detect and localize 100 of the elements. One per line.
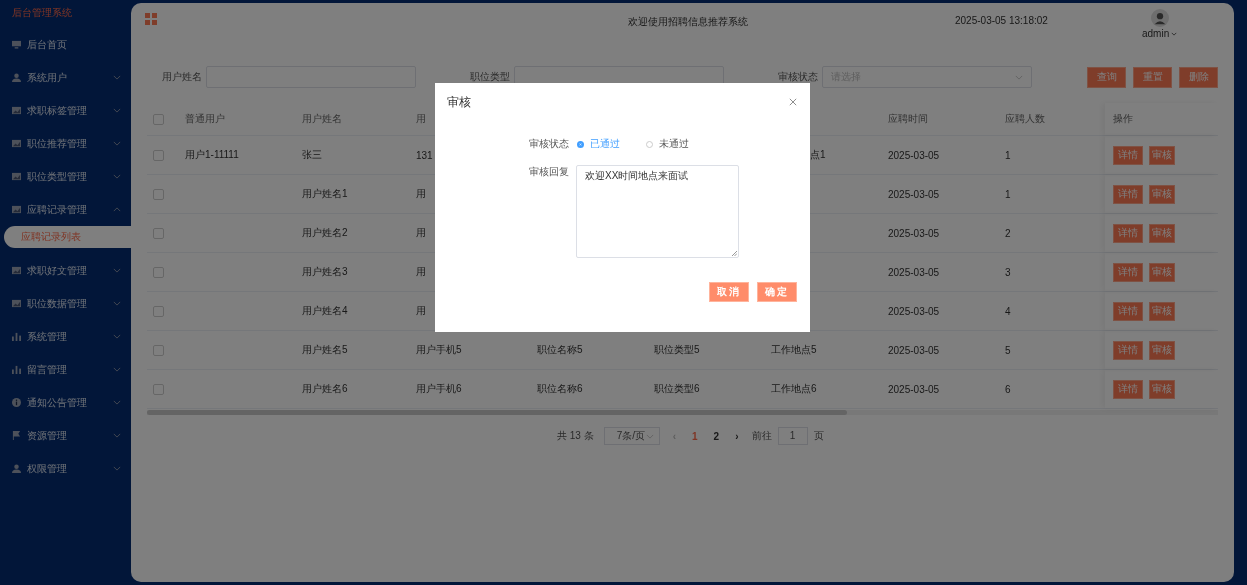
checkbox[interactable] [153, 383, 164, 395]
row-action-button[interactable]: 审核 [1149, 262, 1175, 282]
row-action-button[interactable]: 审核 [1149, 379, 1175, 399]
sidebar-item[interactable]: 后台首页 [0, 28, 131, 61]
next-page-button[interactable]: › [732, 430, 742, 442]
chevron-icon [113, 301, 121, 306]
image-icon [12, 172, 21, 181]
sidebar-item[interactable]: 权限管理 [0, 452, 131, 485]
sidebar-item[interactable]: 通知公告管理 [0, 386, 131, 419]
caret-icon[interactable] [1171, 31, 1178, 36]
page-size-select[interactable]: 7条/页 [603, 427, 660, 445]
row-action-button[interactable]: 审核 [1149, 301, 1175, 321]
row-action-button[interactable]: 审核 [1149, 145, 1175, 165]
sidebar-item[interactable]: 留言管理 [0, 353, 131, 386]
sidebar-item[interactable]: 职位推荐管理 [0, 127, 131, 160]
table-cell: 张三 [302, 149, 322, 160]
dialog-title: 审核 [447, 93, 471, 111]
column-header: 操作 [1113, 112, 1133, 126]
dialog-button[interactable]: 取消 [709, 282, 749, 302]
row-action-button[interactable]: 详情 [1113, 340, 1143, 360]
row-action-button[interactable]: 审核 [1149, 184, 1175, 204]
table-cell: 2025-03-05 [888, 266, 940, 278]
checkbox[interactable] [153, 113, 164, 125]
checkbox[interactable] [153, 227, 164, 239]
radio-option[interactable]: 已通过 [577, 137, 620, 151]
dialog-button[interactable]: 确定 [757, 282, 797, 302]
image-icon [12, 299, 21, 308]
table-cell: 1 [1005, 188, 1011, 200]
resize-handle-icon[interactable] [731, 250, 737, 256]
app-title: 后台管理系统 [11, 6, 73, 20]
avatar-icon[interactable] [1150, 9, 1169, 27]
table-cell: 5 [1005, 344, 1011, 356]
column-header: 用户姓名 [302, 113, 342, 124]
table-cell: 用户姓名2 [302, 227, 348, 238]
grid-icon[interactable] [145, 13, 157, 25]
filter-button[interactable]: 重置 [1133, 66, 1172, 88]
table-cell: 用 [416, 266, 426, 277]
checkbox[interactable] [153, 266, 164, 278]
sidebar-item[interactable]: 系统用户 [0, 61, 131, 94]
table-cell: 用户手机6 [416, 383, 462, 394]
total-count: 共 13 条 [557, 429, 594, 443]
chevron-icon [113, 268, 121, 273]
table-cell: 用户手机5 [416, 344, 462, 355]
user-menu[interactable]: admin [1142, 28, 1178, 39]
table-cell: 用户姓名3 [302, 266, 348, 277]
bar-chart-icon [12, 365, 21, 374]
sidebar-item[interactable]: 系统管理 [0, 320, 131, 353]
image-icon [12, 106, 21, 115]
chevron-icon [113, 466, 121, 471]
chevron-icon [113, 108, 121, 113]
goto-label: 前往 [751, 429, 772, 443]
row-action-button[interactable]: 详情 [1113, 184, 1143, 204]
table-cell: 1 [1005, 149, 1011, 161]
column-header: 应聘人数 [1005, 113, 1045, 124]
table-cell: 用 [416, 227, 426, 238]
table-cell: 职位类型5 [654, 344, 700, 355]
table-cell-text: 点1 [809, 149, 826, 160]
column-header: 普通用户 [185, 113, 225, 124]
checkbox[interactable] [153, 305, 164, 317]
table-cell: 用 [416, 188, 426, 199]
sidebar-item[interactable]: 求职标签管理 [0, 94, 131, 127]
chevron-icon [645, 433, 654, 439]
checkbox[interactable] [153, 149, 164, 161]
prev-page-button[interactable]: ‹ [669, 430, 680, 442]
sidebar-subitem[interactable]: 应聘记录列表 [4, 226, 131, 248]
table-cell: 职位名称5 [537, 344, 583, 355]
filter-button[interactable]: 删除 [1179, 66, 1218, 88]
monitor-icon [12, 40, 21, 49]
datetime: 2025-03-05 13:18:02 [955, 15, 1048, 26]
sidebar-item[interactable]: 职位类型管理 [0, 160, 131, 193]
scrollbar[interactable] [147, 410, 1218, 415]
table-cell: 2 [1005, 227, 1011, 239]
sidebar-item[interactable]: 应聘记录管理 [0, 193, 131, 226]
row-action-button[interactable]: 详情 [1113, 301, 1143, 321]
chevron-icon [113, 400, 121, 405]
chevron-icon [113, 141, 121, 146]
sidebar-item[interactable]: 资源管理 [0, 419, 131, 452]
page-input[interactable]: 1 [777, 427, 808, 445]
reply-textarea[interactable]: 欢迎XX时间地点来面试 [576, 165, 739, 258]
close-icon[interactable] [789, 98, 797, 106]
row-action-button[interactable]: 审核 [1149, 340, 1175, 360]
column-header: 用 [416, 113, 426, 124]
row-action-button[interactable]: 详情 [1113, 223, 1143, 243]
checkbox[interactable] [153, 344, 164, 356]
info-icon [12, 398, 21, 407]
checkbox[interactable] [153, 188, 164, 200]
page-number[interactable]: 1 [689, 430, 701, 442]
flag-icon [12, 431, 21, 440]
filter-button[interactable]: 查询 [1087, 66, 1126, 88]
table-cell: 用户姓名5 [302, 344, 348, 355]
row-action-button[interactable]: 详情 [1113, 145, 1143, 165]
row-action-button[interactable]: 详情 [1113, 262, 1143, 282]
table-cell: 6 [1005, 383, 1011, 395]
row-action-button[interactable]: 审核 [1149, 223, 1175, 243]
sidebar-item[interactable]: 求职好文管理 [0, 254, 131, 287]
sidebar-item[interactable]: 职位数据管理 [0, 287, 131, 320]
page-number[interactable]: 2 [710, 430, 723, 442]
radio-option[interactable]: 未通过 [646, 137, 689, 151]
table-cell: 2025-03-05 [888, 305, 940, 317]
row-action-button[interactable]: 详情 [1113, 379, 1143, 399]
